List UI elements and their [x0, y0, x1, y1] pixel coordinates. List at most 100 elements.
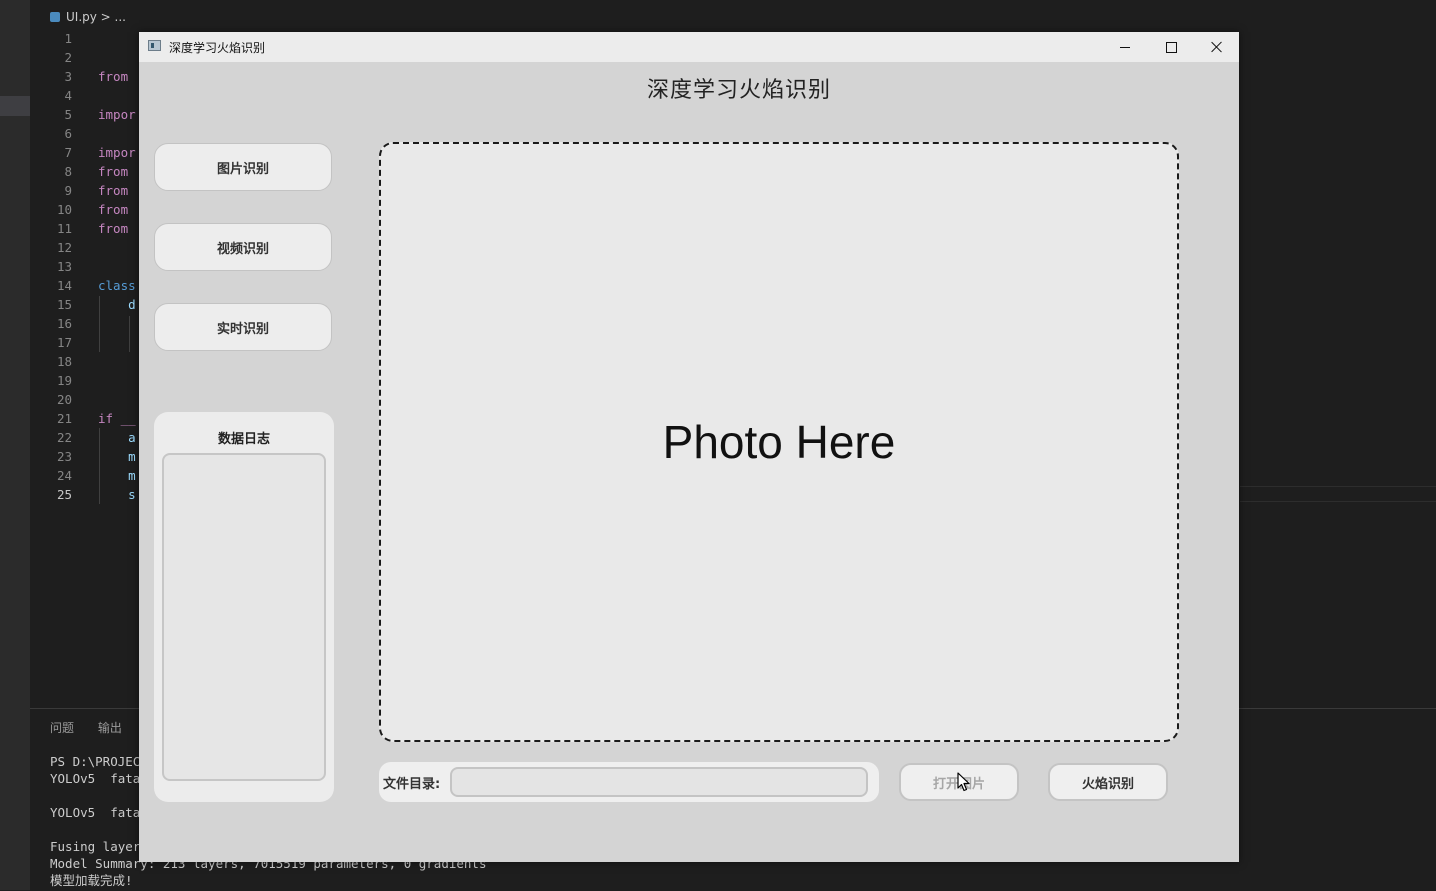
code-line: 6	[30, 124, 136, 143]
code-line: 3 from	[30, 67, 136, 86]
code-line: 9 from	[30, 181, 136, 200]
app-window: 深度学习火焰识别 深度学习火焰识别 图片识别 视频识别 实时识别 数据日志 Ph…	[139, 32, 1239, 862]
line-number: 2	[64, 50, 72, 65]
code-line: 1	[30, 29, 136, 48]
video-detect-button[interactable]: 视频识别	[154, 223, 332, 271]
line-number: 3	[64, 69, 72, 84]
line-number: 21	[56, 411, 72, 426]
mouse-cursor-icon	[957, 772, 970, 792]
line-number: 22	[56, 430, 72, 445]
line-number: 11	[56, 221, 72, 236]
line-number: 6	[64, 126, 72, 141]
line-number: 25	[56, 487, 72, 502]
line-number: 24	[56, 468, 72, 483]
code-line: 12	[30, 238, 136, 257]
code-text: if __	[98, 411, 136, 426]
line-number: 9	[64, 183, 72, 198]
code-text: impor	[98, 107, 136, 122]
code-line: 7 impor	[30, 143, 136, 162]
code-text: a	[98, 430, 136, 445]
code-text: from	[98, 221, 136, 236]
panel-tab-output[interactable]: 输出	[98, 721, 122, 735]
image-detect-button[interactable]: 图片识别	[154, 143, 332, 191]
code-line: 13	[30, 257, 136, 276]
close-button[interactable]	[1194, 32, 1240, 62]
file-path-input[interactable]	[450, 767, 868, 797]
code-line: 15 d	[30, 295, 136, 314]
indent-guide	[99, 296, 100, 352]
app-icon	[148, 40, 161, 51]
line-number: 10	[56, 202, 72, 217]
line-number: 19	[56, 373, 72, 388]
code-line: 22 a	[30, 428, 136, 447]
code-line: 21 if __	[30, 409, 136, 428]
code-text: from	[98, 202, 136, 217]
line-number: 1	[64, 31, 72, 46]
title-bar[interactable]: 深度学习火焰识别	[139, 32, 1239, 62]
code-text: from	[98, 164, 136, 179]
line-number: 17	[56, 335, 72, 350]
code-line: 8 from	[30, 162, 136, 181]
code-text: from	[98, 183, 136, 198]
code-line: 23 m	[30, 447, 136, 466]
activity-active-marker	[0, 96, 30, 116]
line-number: 23	[56, 449, 72, 464]
code-line: 17	[30, 333, 136, 352]
breadcrumb-text: UI.py > ...	[66, 10, 126, 24]
window-title: 深度学习火焰识别	[169, 41, 266, 55]
code-line: 2	[30, 48, 136, 67]
code-line: 5 impor	[30, 105, 136, 124]
code-line: 19	[30, 371, 136, 390]
code-text: impor	[98, 145, 136, 160]
line-number: 13	[56, 259, 72, 274]
code-text: m	[98, 468, 136, 483]
maximize-icon	[1165, 41, 1177, 53]
line-number: 15	[56, 297, 72, 312]
panel-tab-problems[interactable]: 问题	[50, 721, 74, 735]
minimize-icon	[1120, 46, 1130, 48]
code-line: 16	[30, 314, 136, 333]
code-line: 11 from	[30, 219, 136, 238]
data-log-panel: 数据日志	[154, 412, 334, 802]
data-log-textarea[interactable]	[162, 453, 326, 781]
page-title: 深度学习火焰识别	[646, 78, 831, 103]
data-log-title: 数据日志	[217, 432, 270, 447]
line-number: 20	[56, 392, 72, 407]
line-number: 8	[64, 164, 72, 179]
code-text: m	[98, 449, 136, 464]
python-file-icon	[50, 12, 60, 22]
indent-guide	[99, 428, 100, 504]
fire-detect-button[interactable]: 火焰识别	[1048, 763, 1168, 801]
maximize-button[interactable]	[1148, 32, 1194, 62]
file-path-label: 文件目录:	[383, 777, 441, 792]
realtime-detect-button[interactable]: 实时识别	[154, 303, 332, 351]
line-number: 4	[64, 88, 72, 103]
line-number: 16	[56, 316, 72, 331]
code-lines: 1 2 3 from 4 5 impor 6 7 impor 8 from 9 from 10 from…	[30, 29, 136, 504]
line-number: 18	[56, 354, 72, 369]
editor-breadcrumb[interactable]: UI.py > ...	[50, 10, 126, 24]
current-line-highlight	[1240, 486, 1436, 502]
code-text: class	[98, 278, 136, 293]
code-text: s	[98, 487, 136, 502]
code-line: 14 class	[30, 276, 136, 295]
file-path-group: 文件目录:	[379, 762, 879, 802]
code-line: 24 m	[30, 466, 136, 485]
line-number: 7	[64, 145, 72, 160]
code-text: d	[98, 297, 136, 312]
terminal-line: 模型加载完成!	[50, 873, 133, 888]
activity-bar	[0, 0, 30, 890]
code-text: from	[98, 69, 136, 84]
photo-placeholder-text: Photo Here	[662, 416, 896, 468]
panel-tabs: 问题 输出	[50, 719, 142, 736]
minimize-button[interactable]	[1102, 32, 1148, 62]
line-number: 14	[56, 278, 72, 293]
code-line: 25 s	[30, 485, 136, 504]
photo-display: Photo Here	[379, 142, 1179, 742]
code-line: 18	[30, 352, 136, 371]
code-line: 4	[30, 86, 136, 105]
code-line: 20	[30, 390, 136, 409]
line-number: 5	[64, 107, 72, 122]
line-number: 12	[56, 240, 72, 255]
code-line: 10 from	[30, 200, 136, 219]
